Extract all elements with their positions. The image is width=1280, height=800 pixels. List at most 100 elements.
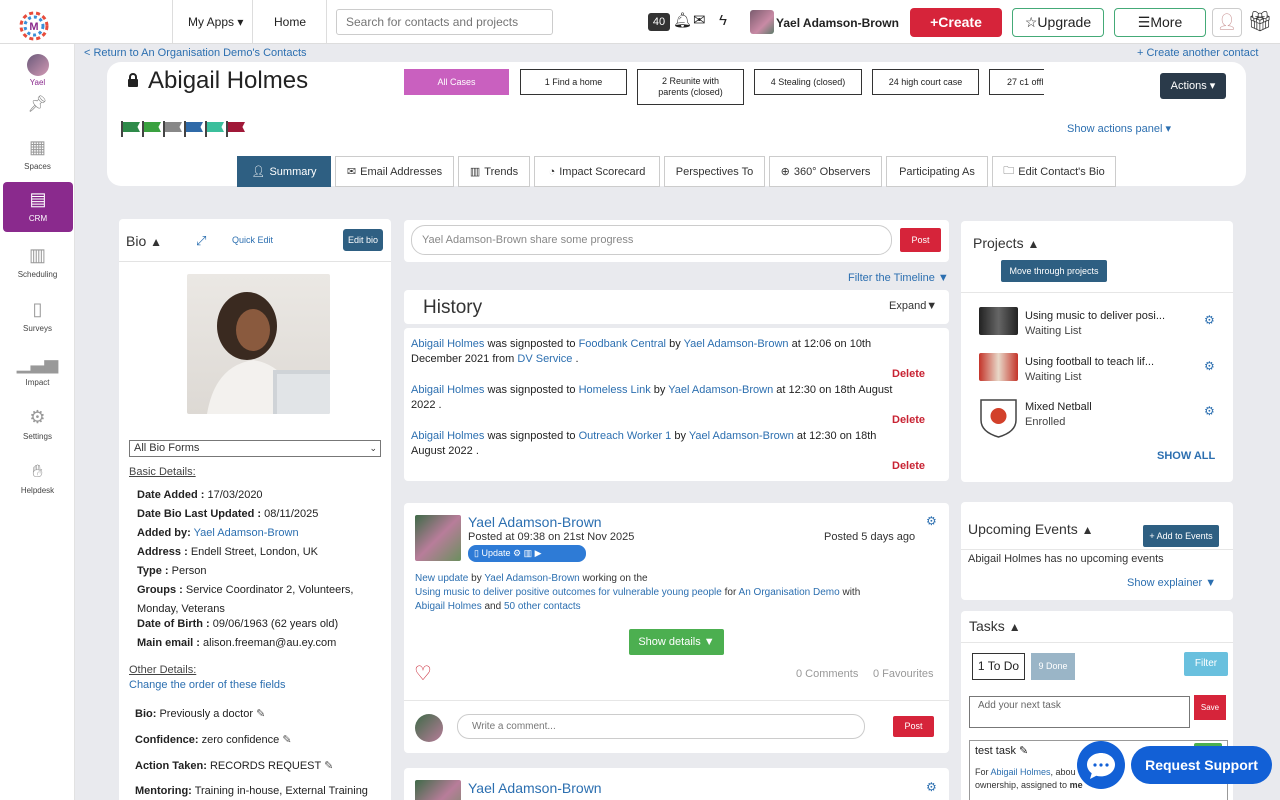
lightning-icon[interactable]: ϟ [719,12,727,30]
show-details-button[interactable]: Show details ▼ [629,629,724,655]
upgrade-button[interactable]: ☆Upgrade [1012,8,1104,37]
pencil-icon[interactable]: ✎ [282,734,291,746]
add-to-events-button[interactable]: + Add to Events [1143,525,1219,547]
comment-post-button[interactable]: Post [893,716,934,737]
projects-title[interactable]: Projects ▲ [973,235,1039,251]
gear-icon[interactable]: ⚙ [1204,404,1215,418]
my-apps-menu[interactable]: My Apps ▾ [188,15,243,29]
flag-icon[interactable] [142,121,161,137]
bio-forms-select[interactable]: All Bio Forms ⌄ [129,440,381,457]
gear-icon[interactable]: ⚙ [1204,313,1215,327]
sidebar-item-surveys[interactable]: ▯ Surveys [0,298,75,333]
user-link[interactable]: Yael Adamson-Brown [668,384,773,396]
service-link[interactable]: Outreach Worker 1 [579,430,672,442]
tab-360-observers[interactable]: ⊕ 360° Observers [769,156,882,187]
new-task-input[interactable]: Add your next task [969,696,1190,728]
sidebar-item-crm[interactable]: ▤ CRM [3,182,73,232]
change-order-link[interactable]: Change the order of these fields [129,679,286,691]
home-link[interactable]: Home [274,15,306,29]
case-tab[interactable]: 4 Stealing (closed) [754,69,862,95]
tab-impact-scorecard[interactable]: ◔ Impact Scorecard [534,156,660,187]
tab-participating-as[interactable]: Participating As [886,156,988,187]
quick-edit-link[interactable]: Quick Edit [232,235,273,245]
comments-count[interactable]: 0 Comments [796,668,858,680]
netball-shield-icon[interactable] [979,398,1018,438]
service-link[interactable]: Foodbank Central [579,338,666,350]
post-author-avatar[interactable] [415,515,461,561]
contact-link[interactable]: Abigail Holmes [991,767,1051,777]
contact-link[interactable]: Abigail Holmes [411,338,484,350]
user-link[interactable]: Yael Adamson-Brown [689,430,794,442]
show-explainer-link[interactable]: Show explainer ▼ [1127,577,1216,589]
comment-input[interactable]: Write a comment... [457,714,865,739]
upcoming-events-title[interactable]: Upcoming Events ▲ [968,521,1094,537]
create-button[interactable]: +Create [910,8,1002,37]
bio-title[interactable]: Bio ▲ [126,233,162,249]
request-support-button[interactable]: Request Support [1131,746,1272,784]
app-logo-icon[interactable]: M [18,10,50,42]
tab-done[interactable]: 9 Done [1031,653,1075,680]
gift-icon[interactable]: 🎁︎ [1246,8,1274,37]
pencil-icon[interactable]: ✎ [1019,745,1028,757]
flag-icon[interactable] [121,121,140,137]
notification-count-badge[interactable]: 40 [648,13,670,31]
delete-button[interactable]: Delete [892,368,925,380]
delete-button[interactable]: Delete [892,460,925,472]
flag-icon[interactable] [163,121,182,137]
chat-bubble-button[interactable] [1077,741,1125,789]
new-update-link[interactable]: New update [415,573,468,584]
sidebar-item-spaces[interactable]: ▦ Spaces [0,136,75,171]
post-author-name[interactable]: Yael Adamson-Brown [468,514,602,530]
sidebar-item-impact[interactable]: ▁▃▅ Impact [0,352,75,387]
case-tab[interactable]: 1 Find a home [520,69,627,95]
add-user-icon[interactable]: 👤︎ [1212,8,1242,37]
user-link[interactable]: Yael Adamson-Brown [484,573,579,584]
move-through-projects-button[interactable]: Move through projects [1001,260,1107,282]
sidebar-item-settings[interactable]: ⚙ Settings [0,406,75,441]
filter-timeline-link[interactable]: Filter the Timeline ▼ [848,272,949,284]
tasks-title[interactable]: Tasks ▲ [969,618,1021,634]
sidebar-item-scheduling[interactable]: ▥ Scheduling [0,244,75,279]
gear-icon[interactable]: ⚙ [926,514,937,528]
heart-icon[interactable]: ♡ [414,662,432,686]
post-author-avatar[interactable] [415,780,461,800]
edit-bio-button[interactable]: Edit bio [343,229,383,251]
service-link[interactable]: DV Service [517,353,572,365]
save-task-button[interactable]: Save [1194,695,1226,720]
flag-icon[interactable] [205,121,224,137]
show-actions-panel-link[interactable]: Show actions panel ▾ [1067,122,1171,135]
delete-button[interactable]: Delete [892,414,925,426]
search-input[interactable] [336,9,553,35]
mail-icon[interactable]: ✉ [693,12,706,30]
tab-perspectives-to[interactable]: Perspectives To [664,156,765,187]
gear-icon[interactable]: ⚙ [1204,359,1215,373]
case-tab-all[interactable]: All Cases [404,69,509,95]
added-by-link[interactable]: Yael Adamson-Brown [194,527,299,539]
contact-link[interactable]: Abigail Holmes [411,430,484,442]
project-name[interactable]: Using music to deliver posi... [1025,310,1165,322]
post-author-name[interactable]: Yael Adamson-Brown [468,780,602,796]
more-button[interactable]: ☰More [1114,8,1206,37]
user-avatar[interactable] [750,10,774,34]
project-thumbnail[interactable] [979,353,1018,381]
create-another-contact-link[interactable]: + Create another contact [1137,47,1258,59]
org-link[interactable]: An Organisation Demo [739,587,840,598]
post-button[interactable]: Post [900,228,941,252]
flag-icon[interactable] [184,121,203,137]
tab-summary[interactable]: 👤︎ Summary [237,156,331,187]
sidebar-user-name[interactable]: Yael [0,78,75,87]
flag-icon[interactable] [226,121,245,137]
contact-link[interactable]: Abigail Holmes [411,384,484,396]
tab-edit-contacts-bio[interactable]: 🗀︎ Edit Contact's Bio [992,156,1116,187]
user-name[interactable]: Yael Adamson-Brown [776,16,899,30]
project-name[interactable]: Mixed Netball [1025,401,1092,413]
user-link[interactable]: Yael Adamson-Brown [684,338,789,350]
show-all-projects-link[interactable]: SHOW ALL [1157,450,1215,462]
filter-tasks-button[interactable]: Filter [1184,652,1228,676]
tab-to-do[interactable]: 1 To Do [972,653,1025,680]
pin-icon[interactable]: 📌︎ [0,94,75,114]
service-link[interactable]: Homeless Link [579,384,651,396]
bell-icon[interactable]: 🔔︎ [673,12,692,30]
case-tab[interactable]: 2 Reunite with parents (closed) [637,69,744,105]
tab-email-addresses[interactable]: ✉ Email Addresses [335,156,454,187]
